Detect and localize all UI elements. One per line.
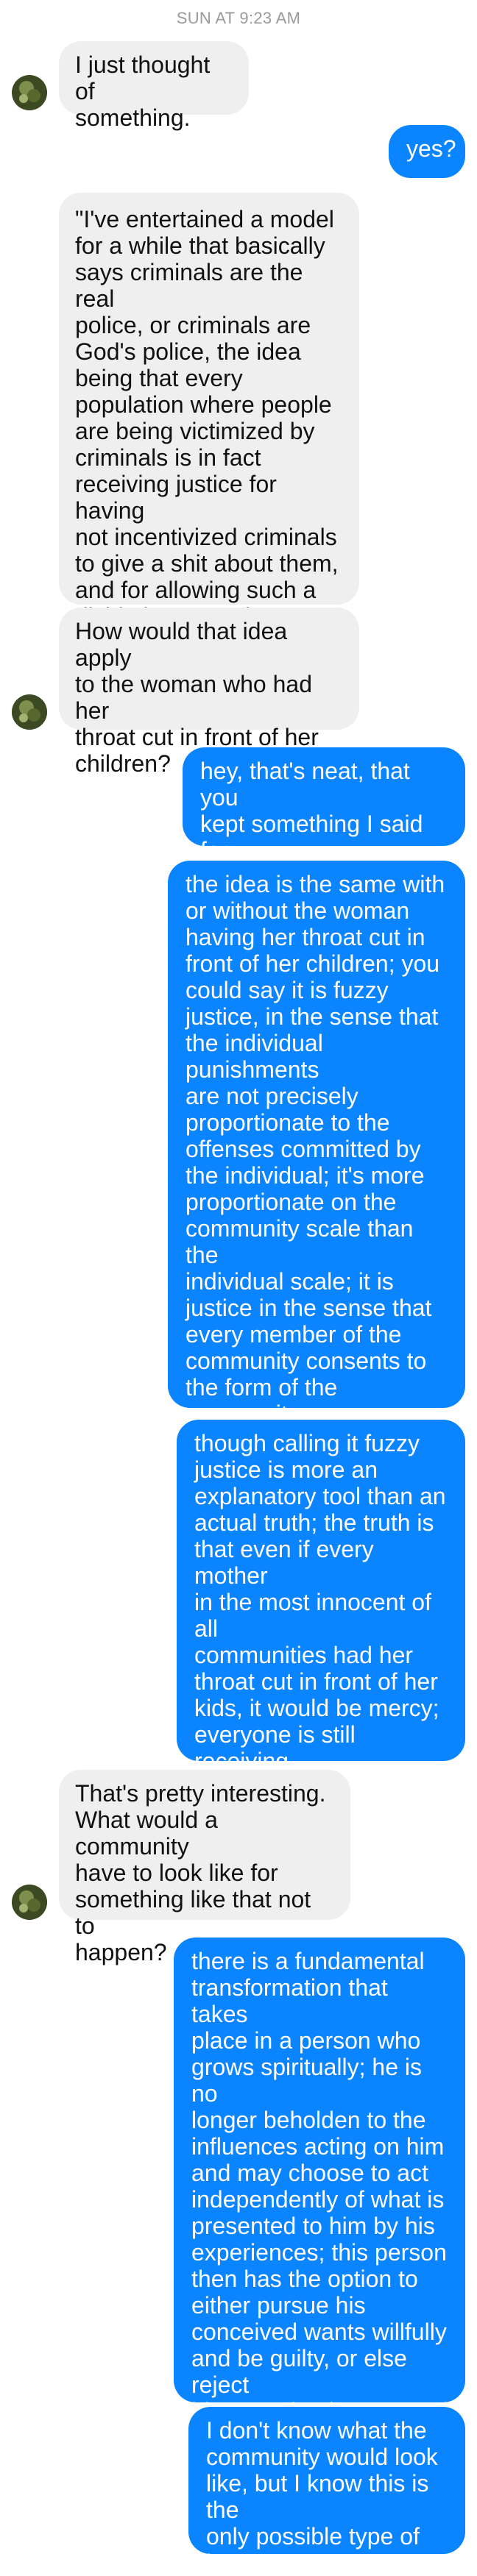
avatar-image [12,75,47,110]
message-incoming[interactable]: I just thought of something. [59,41,249,131]
message-incoming[interactable]: How would that idea apply to the woman w… [59,608,359,777]
message-outgoing[interactable]: hey, that's neat, that you kept somethin… [183,747,465,890]
contact-avatar[interactable] [12,694,47,730]
message-incoming[interactable]: "I've entertained a model for a while th… [59,193,359,709]
contact-avatar[interactable] [12,1885,47,1920]
avatar-image [12,694,47,730]
message-outgoing[interactable]: there is a fundamental transformation th… [174,1938,465,2477]
avatar-image [12,1885,47,1920]
message-outgoing[interactable]: yes? [389,125,465,178]
contact-avatar[interactable] [12,75,47,110]
timestamp: SUN AT 9:23 AM [176,9,301,27]
message-outgoing[interactable]: I don't know what the community would lo… [188,2407,465,2576]
message-incoming[interactable]: That's pretty interesting. What would a … [59,1770,350,1965]
message-outgoing[interactable]: though calling it fuzzy justice is more … [177,1420,465,1827]
message-outgoing[interactable]: the idea is the same with or without the… [168,861,465,1480]
